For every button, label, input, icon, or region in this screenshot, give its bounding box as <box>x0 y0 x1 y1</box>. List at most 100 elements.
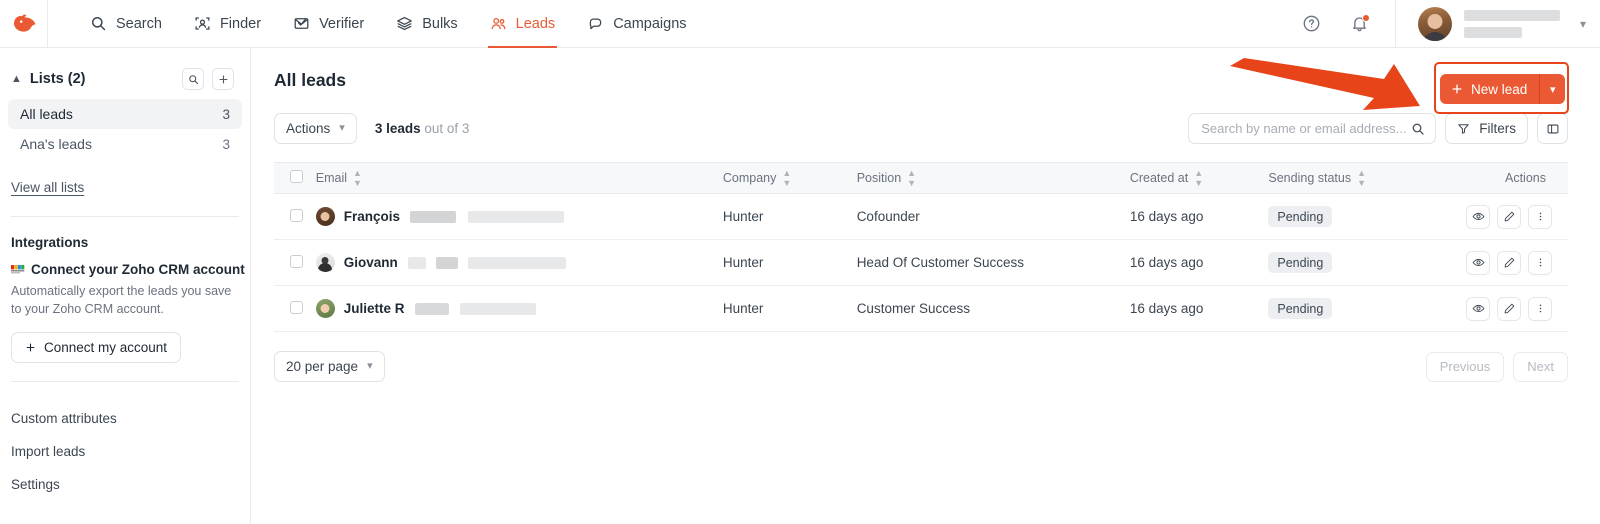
column-header-created-at[interactable]: Created at ▲ ▼ <box>1130 163 1269 194</box>
new-lead-dropdown-toggle[interactable]: ▾ <box>1539 74 1566 104</box>
sidebar-list-label: All leads <box>20 106 73 122</box>
more-actions-button[interactable] <box>1528 204 1552 229</box>
select-all-header <box>274 163 316 194</box>
sidebar-link-label: Settings <box>11 477 60 493</box>
hunter-fox-logo-icon <box>13 13 35 32</box>
chevron-up-icon[interactable]: ▲ <box>11 73 22 85</box>
sidebar-list-all-leads[interactable]: All leads 3 <box>8 99 242 129</box>
table-row[interactable]: François Hunter Cofounder 16 days ago Pe… <box>274 193 1568 240</box>
new-lead-button[interactable]: New lead <box>1440 74 1540 104</box>
chevron-down-icon: ▾ <box>339 122 345 134</box>
column-header-sending-status[interactable]: Sending status ▲ ▼ <box>1268 163 1466 194</box>
notifications-button[interactable] <box>1343 7 1377 41</box>
people-icon <box>491 18 506 30</box>
per-page-dropdown[interactable]: 20 per page ▾ <box>274 351 385 382</box>
app-root: Search Finder Verifier Bulks Leads Campa… <box>0 0 1600 524</box>
sidebar-lists-actions <box>182 68 234 90</box>
sidebar-list-count: 3 <box>222 136 230 152</box>
table-row[interactable]: Giovann Hunter Head Of Customer Success … <box>274 239 1568 286</box>
row-select-cell <box>274 285 316 332</box>
sidebar-add-list-button[interactable] <box>212 68 234 90</box>
row-checkbox[interactable] <box>290 300 303 314</box>
nav-item-finder[interactable]: Finder <box>178 0 277 48</box>
integration-zoho-crm-link[interactable]: Connect your Zoho CRM account <box>11 262 250 277</box>
row-created-at-cell: 16 days ago <box>1129 285 1269 332</box>
view-lead-button[interactable] <box>1466 204 1490 229</box>
search-icon[interactable] <box>1411 122 1425 136</box>
user-email-redacted <box>1463 26 1522 38</box>
column-header-company[interactable]: Company ▲ ▼ <box>723 163 857 194</box>
avatar <box>315 299 335 318</box>
columns-layout-icon <box>1547 124 1558 133</box>
row-company-cell: Hunter <box>722 285 857 332</box>
sidebar-link-label: Import leads <box>11 444 86 460</box>
sort-icon: ▲ ▼ <box>907 167 917 188</box>
sidebar-item-settings[interactable]: Settings <box>0 468 250 501</box>
top-navigation-bar: Search Finder Verifier Bulks Leads Campa… <box>0 0 1600 48</box>
plus-icon <box>1452 84 1462 94</box>
toolbar-right-controls: Filters <box>1188 113 1568 144</box>
table-footer: 20 per page ▾ Previous Next <box>274 351 1568 382</box>
nav-item-campaigns[interactable]: Campaigns <box>571 0 702 48</box>
column-header-actions: Actions <box>1466 163 1568 194</box>
view-lead-button[interactable] <box>1466 296 1490 321</box>
filters-button[interactable]: Filters <box>1445 113 1528 144</box>
lead-email-redacted <box>468 210 565 223</box>
hunter-logo[interactable] <box>0 0 48 48</box>
user-identity <box>1463 9 1560 38</box>
sidebar-secondary-links: Custom attributes Import leads Settings <box>0 402 250 501</box>
integration-title: Connect your Zoho CRM account <box>31 262 245 277</box>
actions-dropdown-button[interactable]: Actions ▾ <box>274 113 357 144</box>
sidebar-search-lists-button[interactable] <box>182 68 204 90</box>
columns-layout-button[interactable] <box>1537 113 1568 144</box>
edit-lead-button[interactable] <box>1497 250 1521 275</box>
row-position-cell: Customer Success <box>856 285 1130 332</box>
select-all-checkbox[interactable] <box>290 170 303 183</box>
row-checkbox[interactable] <box>290 208 303 222</box>
user-account-menu[interactable]: ▾ <box>1394 0 1600 48</box>
help-button[interactable] <box>1295 7 1329 41</box>
new-lead-label: New lead <box>1471 81 1528 97</box>
nav-item-search[interactable]: Search <box>74 0 178 48</box>
column-header-email[interactable]: Email ▲ ▼ <box>316 163 723 194</box>
view-lead-button[interactable] <box>1466 250 1490 275</box>
more-actions-button[interactable] <box>1528 296 1552 321</box>
edit-lead-button[interactable] <box>1497 204 1521 229</box>
connect-my-account-button[interactable]: Connect my account <box>11 332 182 364</box>
sidebar-item-import-leads[interactable]: Import leads <box>0 435 250 468</box>
table-row[interactable]: Juliette R Hunter Customer Success 16 da… <box>274 285 1568 332</box>
view-all-lists-link[interactable]: View all lists <box>11 180 84 195</box>
nav-item-leads[interactable]: Leads <box>474 0 572 48</box>
column-label: Actions <box>1505 171 1546 185</box>
nav-item-campaigns-label: Campaigns <box>613 15 687 32</box>
next-page-button[interactable]: Next <box>1513 351 1568 382</box>
edit-lead-button[interactable] <box>1497 296 1521 321</box>
search-input-wrapper[interactable] <box>1188 113 1437 144</box>
more-actions-button[interactable] <box>1528 250 1552 275</box>
nav-item-bulks[interactable]: Bulks <box>380 0 473 48</box>
sidebar-item-custom-attributes[interactable]: Custom attributes <box>0 402 250 435</box>
previous-page-button[interactable]: Previous <box>1425 351 1505 382</box>
lead-email-redacted <box>435 256 458 269</box>
sidebar-lists-title: Lists (2) <box>29 71 86 87</box>
column-header-position[interactable]: Position ▲ ▼ <box>857 163 1130 194</box>
row-actions-cell <box>1466 285 1568 332</box>
sidebar-list-anas-leads[interactable]: Ana's leads 3 <box>8 129 242 159</box>
leads-count-summary: 3 leads out of 3 <box>375 121 470 136</box>
nav-item-verifier[interactable]: Verifier <box>277 0 380 48</box>
row-checkbox[interactable] <box>290 254 303 268</box>
filters-label: Filters <box>1479 121 1516 136</box>
lead-email-redacted <box>414 302 449 315</box>
row-select-cell <box>274 239 316 286</box>
row-email-cell: Juliette R <box>315 285 723 332</box>
actions-label: Actions <box>286 121 331 136</box>
nav-item-leads-label: Leads <box>515 15 556 32</box>
lead-email-redacted <box>410 210 457 223</box>
sidebar-divider <box>11 216 239 217</box>
leads-table-body: François Hunter Cofounder 16 days ago Pe… <box>274 193 1568 332</box>
page-title: All leads <box>274 70 346 90</box>
layers-icon <box>397 16 413 31</box>
nav-item-finder-label: Finder <box>219 15 262 32</box>
chevron-down-icon: ▾ <box>1550 83 1556 96</box>
search-input[interactable] <box>1201 121 1412 136</box>
